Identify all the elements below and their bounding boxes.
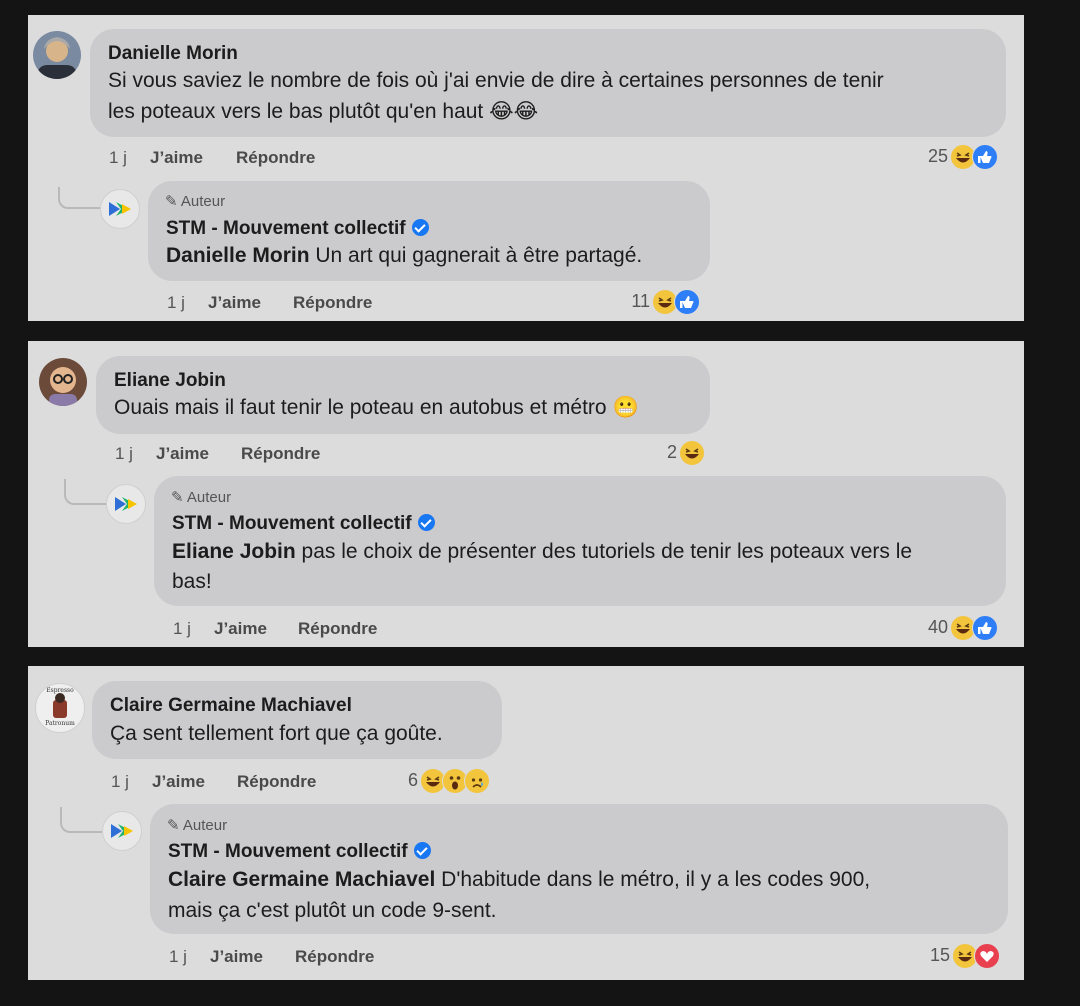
author-badge-label: Auteur (186, 489, 232, 506)
reply-text-line-2: mais ça c'est plutôt un code 9-sent. (168, 899, 497, 922)
author-badge: ✎ Auteur (167, 816, 227, 834)
reaction-count: 15 (929, 945, 950, 965)
reaction-summary[interactable]: 25 (928, 143, 1000, 170)
reply-author-name: STM - Mouvement collectif (168, 841, 408, 862)
reaction-summary[interactable]: 6 (408, 767, 492, 794)
stm-avatar[interactable] (102, 811, 142, 851)
comment-time[interactable]: 1 j (109, 148, 127, 168)
comment-text-line-2: les poteaux vers le bas plutôt qu'en hau… (108, 100, 539, 123)
love-reaction-icon (974, 943, 1000, 969)
like-button[interactable]: J’aime (156, 444, 209, 464)
like-button[interactable]: J’aime (152, 772, 205, 792)
reply-mention[interactable]: Danielle Morin (166, 244, 310, 267)
avatar-logo-text-bottom: Patronum (45, 720, 75, 727)
avatar-logo-text-top: Espresso (46, 687, 74, 694)
comment-thread-3: Espresso Patronum Claire Germaine Machia… (28, 666, 1024, 980)
reaction-summary[interactable]: 40 (928, 614, 1000, 641)
reply-author-name: STM - Mouvement collectif (172, 513, 412, 534)
author-badge-label: Auteur (180, 193, 226, 210)
comment-author[interactable]: Danielle Morin (108, 43, 238, 65)
like-button[interactable]: J’aime (210, 947, 263, 967)
comment-time[interactable]: 1 j (115, 444, 133, 464)
reply-text-line-1: Danielle Morin Un art qui gagnerait à êt… (166, 244, 643, 267)
reaction-count: 2 (666, 442, 677, 462)
sad-reaction-icon (464, 768, 490, 794)
avatar-eliane-jobin[interactable] (39, 358, 87, 406)
reaction-count: 6 (407, 770, 418, 790)
reply-button[interactable]: Répondre (298, 619, 377, 639)
reaction-count: 11 (631, 291, 650, 311)
avatar-danielle-morin[interactable] (33, 31, 81, 79)
author-badge: ✎ Auteur (165, 192, 225, 210)
reply-button[interactable]: Répondre (236, 148, 315, 168)
reply-button[interactable]: Répondre (241, 444, 320, 464)
comment-text-line-1: Si vous saviez le nombre de fois où j'ai… (108, 69, 884, 92)
reply-author-name: STM - Mouvement collectif (166, 218, 406, 239)
comment-time[interactable]: 1 j (111, 772, 129, 792)
reaction-count: 40 (927, 617, 948, 637)
reply-button[interactable]: Répondre (237, 772, 316, 792)
like-reaction-icon (674, 289, 700, 315)
reply-time[interactable]: 1 j (169, 947, 187, 967)
avatar-claire-germaine-machiavel[interactable]: Espresso Patronum (35, 683, 85, 733)
reply-thread-line (60, 807, 102, 833)
reply-text-line-1: Claire Germaine Machiavel D'habitude dan… (168, 868, 871, 891)
verified-badge-icon (413, 842, 431, 859)
verified-badge-icon (411, 219, 429, 236)
reply-button[interactable]: Répondre (293, 293, 372, 313)
author-badge: ✎ Auteur (171, 488, 231, 506)
like-button[interactable]: J’aime (214, 619, 267, 639)
reaction-count: 25 (927, 146, 948, 166)
reply-author[interactable]: STM - Mouvement collectif (166, 218, 429, 240)
haha-reaction-icon (679, 440, 705, 466)
reply-mention[interactable]: Claire Germaine Machiavel (168, 868, 435, 891)
reaction-summary[interactable]: 2 (667, 439, 707, 466)
reply-author[interactable]: STM - Mouvement collectif (168, 841, 431, 863)
reply-thread-line (58, 187, 100, 209)
comment-text-line-1: Ça sent tellement fort que ça goûte. (110, 722, 443, 745)
verified-badge-icon (417, 514, 435, 531)
author-badge-icon: ✎ (167, 817, 180, 834)
reply-thread-line (64, 479, 106, 505)
reaction-summary[interactable]: 15 (930, 942, 1002, 969)
comment-author[interactable]: Eliane Jobin (114, 370, 226, 392)
comment-text-line-1: Ouais mais il faut tenir le poteau en au… (114, 396, 639, 419)
comment-thread-2: Eliane Jobin Ouais mais il faut tenir le… (28, 341, 1024, 647)
author-badge-icon: ✎ (171, 489, 184, 506)
comment-thread-1: Danielle Morin Si vous saviez le nombre … (28, 15, 1024, 321)
stm-avatar[interactable] (100, 189, 140, 229)
reply-button[interactable]: Répondre (295, 947, 374, 967)
author-badge-label: Auteur (182, 817, 228, 834)
reply-author[interactable]: STM - Mouvement collectif (172, 513, 435, 535)
like-reaction-icon (972, 615, 998, 641)
author-badge-icon: ✎ (165, 193, 178, 210)
like-reaction-icon (972, 144, 998, 170)
stm-avatar[interactable] (106, 484, 146, 524)
reply-time[interactable]: 1 j (173, 619, 191, 639)
like-button[interactable]: J’aime (150, 148, 203, 168)
reaction-summary[interactable]: 11 (631, 288, 702, 315)
reply-text-line-2: bas! (172, 570, 212, 593)
reply-text-line-1: Eliane Jobin pas le choix de présenter d… (172, 540, 913, 563)
like-button[interactable]: J’aime (208, 293, 261, 313)
reply-mention[interactable]: Eliane Jobin (172, 540, 296, 563)
comment-author[interactable]: Claire Germaine Machiavel (110, 695, 352, 717)
reply-time[interactable]: 1 j (167, 293, 185, 313)
